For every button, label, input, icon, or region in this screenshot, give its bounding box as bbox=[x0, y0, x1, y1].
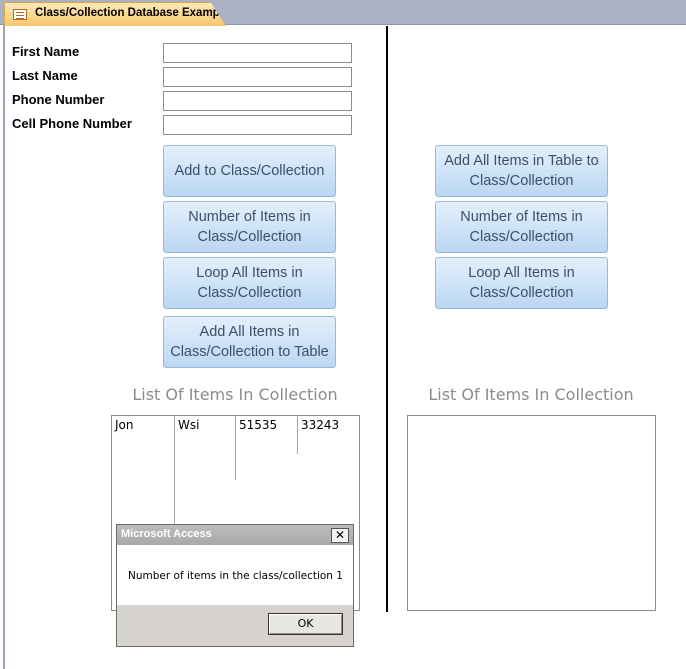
form-left-border bbox=[3, 25, 5, 669]
right-list-caption: List Of Items In Collection bbox=[428, 385, 634, 404]
tab-title: Class/Collection Database Example bbox=[35, 7, 230, 19]
form-icon bbox=[13, 9, 27, 20]
dialog-titlebar[interactable]: Microsoft Access ✕ bbox=[117, 525, 353, 545]
add-to-collection-button[interactable]: Add to Class/Collection bbox=[163, 145, 336, 197]
first-name-label: First Name bbox=[12, 44, 80, 59]
message-dialog: Microsoft Access ✕ Number of items in th… bbox=[116, 524, 354, 647]
add-collection-to-table-button[interactable]: Add All Items in Class/Collection to Tab… bbox=[163, 316, 336, 368]
cell-phone-number-field[interactable] bbox=[163, 115, 352, 135]
column-divider bbox=[235, 416, 236, 480]
column-divider bbox=[174, 416, 175, 524]
phone-number-field[interactable] bbox=[163, 91, 352, 111]
count-items-button[interactable]: Number of Items in Class/Collection bbox=[163, 201, 336, 253]
add-table-to-collection-button[interactable]: Add All Items in Table to Class/Collecti… bbox=[435, 145, 608, 197]
document-tab[interactable]: Class/Collection Database Example bbox=[4, 2, 226, 26]
dialog-message: Number of items in the class/collection … bbox=[128, 570, 343, 582]
list-cell-last-name: Wsi bbox=[178, 418, 200, 432]
first-name-field[interactable] bbox=[163, 43, 352, 63]
left-list-caption: List Of Items In Collection bbox=[132, 385, 338, 404]
last-name-label: Last Name bbox=[12, 68, 78, 83]
cell-phone-number-label: Cell Phone Number bbox=[12, 116, 132, 131]
list-cell-phone: 51535 bbox=[239, 418, 278, 432]
right-collection-list[interactable] bbox=[407, 415, 656, 611]
right-loop-items-button[interactable]: Loop All Items in Class/Collection bbox=[435, 257, 608, 309]
ok-button[interactable]: OK bbox=[268, 613, 343, 635]
last-name-field[interactable] bbox=[163, 67, 352, 87]
column-divider bbox=[297, 416, 298, 454]
dialog-title: Microsoft Access bbox=[121, 528, 212, 540]
list-cell-first-name: Jon bbox=[115, 418, 134, 432]
list-cell-cell-phone: 33243 bbox=[301, 418, 340, 432]
phone-number-label: Phone Number bbox=[12, 92, 105, 107]
close-icon[interactable]: ✕ bbox=[331, 528, 349, 543]
right-count-items-button[interactable]: Number of Items in Class/Collection bbox=[435, 201, 608, 253]
loop-items-button[interactable]: Loop All Items in Class/Collection bbox=[163, 257, 336, 309]
vertical-divider bbox=[386, 26, 388, 612]
